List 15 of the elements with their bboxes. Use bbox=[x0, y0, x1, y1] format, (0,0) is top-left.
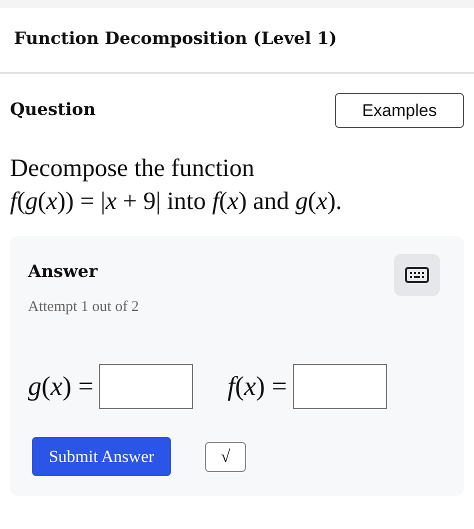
attempt-counter: Attempt 1 out of 2 bbox=[28, 298, 139, 316]
field-label: f(x) = bbox=[227, 370, 287, 404]
answer-field[interactable] bbox=[292, 364, 387, 409]
question-text: Decompose the function bbox=[10, 154, 256, 184]
square-root-button[interactable]: √ bbox=[205, 442, 246, 472]
submit-button[interactable]: Submit Answer bbox=[32, 437, 171, 476]
answer-field[interactable] bbox=[99, 364, 194, 409]
field-label: g(x) = bbox=[28, 370, 94, 404]
question-text: f(g(x)) = |x + 9| into f(x) and g(x). bbox=[10, 187, 343, 217]
examples-button[interactable]: Examples bbox=[335, 93, 464, 128]
section-heading: Question bbox=[10, 98, 96, 122]
keyboard-icon bbox=[405, 267, 429, 283]
answer-heading: Answer bbox=[28, 261, 99, 284]
page-title: Function Decomposition (Level 1) bbox=[14, 28, 337, 52]
keyboard-button[interactable] bbox=[394, 254, 440, 296]
